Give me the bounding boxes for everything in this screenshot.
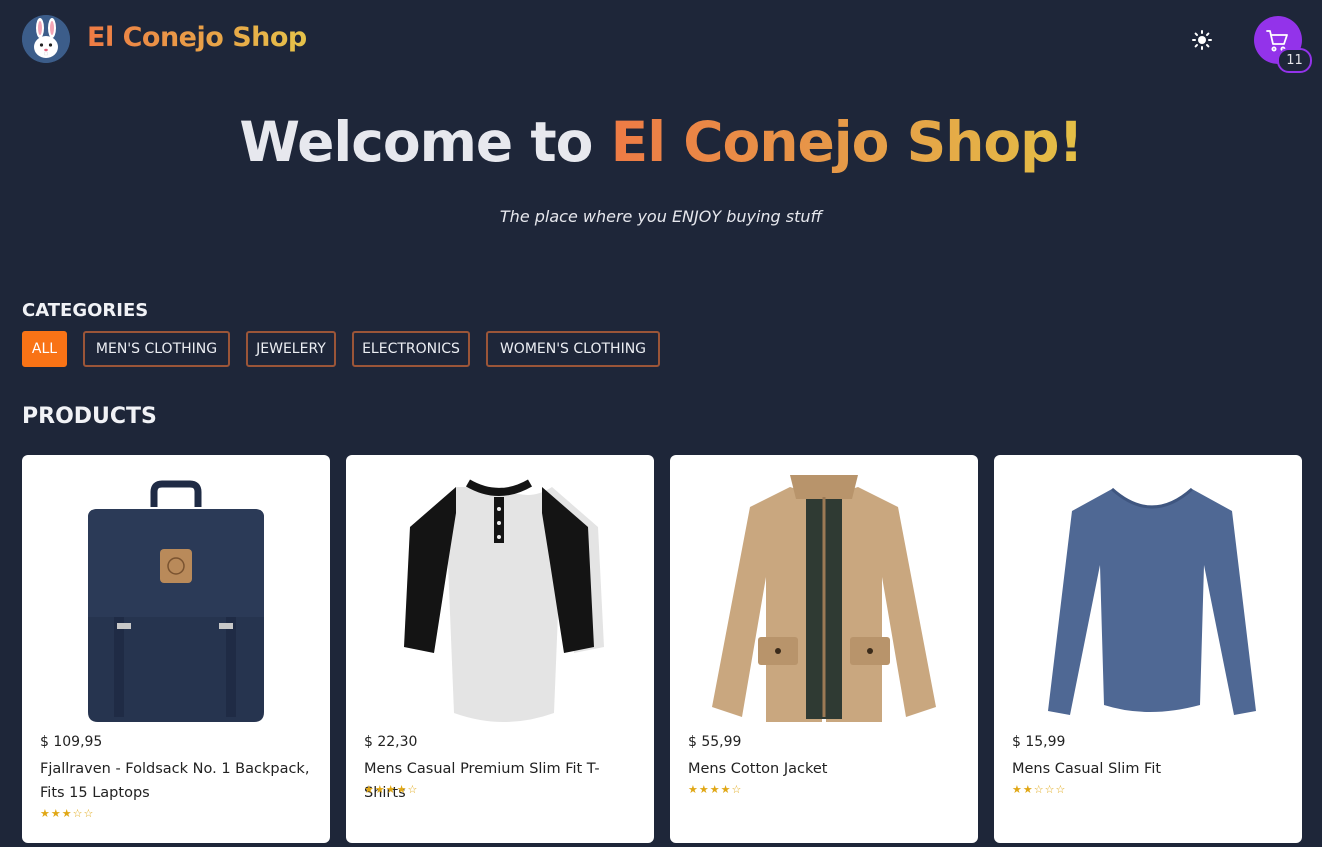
brand-name[interactable]: El Conejo Shop — [87, 22, 307, 53]
hero-title: Welcome to El Conejo Shop! — [0, 110, 1322, 174]
product-name: Mens Casual Premium Slim Fit T-Shirts — [364, 761, 600, 801]
hero-title-brand: El Conejo Shop! — [610, 110, 1084, 174]
category-all-button[interactable]: ALL — [22, 331, 67, 367]
category-jewelery-button[interactable]: JEWELERY — [246, 331, 336, 367]
top-header: El Conejo Shop 11 — [0, 0, 1322, 80]
categories-title: CATEGORIES — [22, 300, 149, 321]
rabbit-logo-icon[interactable] — [22, 15, 70, 63]
category-electronics-button[interactable]: ELECTRONICS — [352, 331, 470, 367]
product-price: $ 22,30 — [364, 734, 418, 750]
product-name: Fjallraven - Foldsack No. 1 Backpack, Fi… — [40, 761, 310, 801]
product-image-tshirt — [346, 467, 654, 727]
product-name: Mens Cotton Jacket — [688, 761, 828, 777]
product-rating-stars: ★★☆☆☆ — [1012, 783, 1067, 796]
hero-subtitle: The place where you ENJOY buying stuff — [499, 207, 823, 226]
product-rating-stars: ★★★★☆ — [364, 783, 419, 796]
product-card[interactable]: $ 22,30 Mens Casual Premium Slim Fit T-S… — [346, 455, 654, 843]
hero-title-prefix: Welcome to — [239, 110, 593, 174]
product-image-jacket — [670, 467, 978, 727]
product-image-backpack — [22, 467, 330, 727]
product-price: $ 55,99 — [688, 734, 742, 750]
products-title: PRODUCTS — [22, 404, 157, 429]
product-rating-stars: ★★★☆☆ — [40, 807, 95, 820]
product-rating-stars: ★★★★☆ — [688, 783, 743, 796]
sun-icon[interactable] — [1188, 26, 1216, 54]
category-womens-clothing-button[interactable]: WOMEN'S CLOTHING — [486, 331, 660, 367]
cart-count-badge: 11 — [1277, 48, 1312, 73]
product-image-longsleeve — [994, 467, 1302, 727]
product-price: $ 109,95 — [40, 734, 103, 750]
category-mens-clothing-button[interactable]: MEN'S CLOTHING — [83, 331, 230, 367]
product-card[interactable]: $ 15,99 Mens Casual Slim Fit ★★☆☆☆ — [994, 455, 1302, 843]
product-name: Mens Casual Slim Fit — [1012, 761, 1162, 777]
product-card[interactable]: $ 55,99 Mens Cotton Jacket ★★★★☆ — [670, 455, 978, 843]
product-price: $ 15,99 — [1012, 734, 1066, 750]
product-card[interactable]: $ 109,95 Fjallraven - Foldsack No. 1 Bac… — [22, 455, 330, 843]
